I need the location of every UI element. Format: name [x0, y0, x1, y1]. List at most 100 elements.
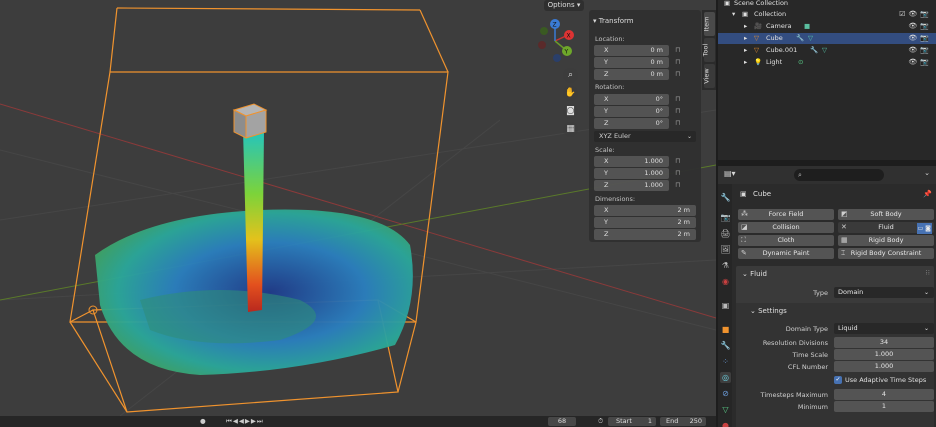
camera-view-icon[interactable]: ◙: [563, 104, 578, 119]
lock-icon[interactable]: ⊓: [675, 168, 685, 178]
grid-perspective-icon[interactable]: ▦: [563, 122, 578, 137]
pin-icon[interactable]: 📌: [923, 190, 932, 198]
soft-body-button[interactable]: ◩ Soft Body: [838, 209, 934, 220]
scene-tab-icon[interactable]: ⚗: [720, 260, 731, 271]
rotation-x-field[interactable]: X 0°: [594, 94, 669, 105]
scale-y-field[interactable]: Y 1.000: [594, 168, 669, 179]
chevron-right-icon[interactable]: ▸: [744, 33, 747, 44]
material-tab-icon[interactable]: ●: [720, 420, 731, 427]
time-scale-label: Time Scale: [792, 351, 828, 359]
tab-tool[interactable]: Tool: [701, 38, 715, 62]
collection-tab-icon[interactable]: ▣: [720, 300, 731, 311]
chevron-down-icon[interactable]: ▾: [732, 9, 735, 20]
display-toggle-icons[interactable]: ▭ ◙: [916, 223, 932, 234]
outliner-item-cube[interactable]: ▸ ▽ Cube 🔧 ▽ 👁📷: [718, 33, 936, 44]
timeline-bar: ● ⏮◀◀▶▶⏭ 68 ⏱ Start 1 End 250: [0, 416, 716, 427]
lock-icon[interactable]: ⊓: [675, 156, 685, 166]
constraints-tab-icon[interactable]: ⊘: [720, 388, 731, 399]
transform-header[interactable]: ▾ Transform: [593, 14, 634, 28]
keyframe-dot-icon[interactable]: ●: [200, 417, 206, 426]
end-frame-field[interactable]: End 250: [660, 417, 706, 426]
fluid-type-select[interactable]: Domain ⌄: [834, 287, 934, 298]
view-layer-tab-icon[interactable]: 🖼: [720, 244, 731, 255]
particles-tab-icon[interactable]: ⁘: [720, 356, 731, 367]
fluid-button[interactable]: ✕ Fluid ▭ ◙: [838, 222, 934, 234]
inflow-cube[interactable]: [232, 103, 268, 139]
physics-tab-icon[interactable]: ◎: [720, 372, 731, 383]
output-tab-icon[interactable]: 🖨: [720, 228, 731, 239]
cloth-icon: ⛶: [741, 236, 746, 244]
modifier-tab-icon[interactable]: 🔧: [720, 340, 731, 351]
start-frame-field[interactable]: Start 1: [608, 417, 656, 426]
cfl-field[interactable]: 1.000: [834, 361, 934, 372]
playback-controls-icon[interactable]: ⏮◀◀▶▶⏭: [226, 417, 264, 426]
drag-handle-icon[interactable]: ⁝⁝: [926, 269, 930, 277]
rotation-y-field[interactable]: Y 0°: [594, 106, 669, 117]
visibility-icons[interactable]: ☑👁📷: [899, 9, 932, 20]
tool-tab-icon[interactable]: 🔧: [720, 192, 731, 203]
location-y-field[interactable]: Y0 m: [594, 57, 669, 68]
dimensions-z-field[interactable]: Z2 m: [594, 229, 696, 240]
rotation-mode-select[interactable]: XYZ Euler ⌄: [594, 131, 696, 142]
lock-icon[interactable]: ⊓: [675, 118, 685, 128]
scene-collection-row[interactable]: ▣ Scene Collection: [718, 0, 936, 9]
zoom-icon[interactable]: ⌕: [563, 68, 578, 83]
search-input[interactable]: ⌕: [794, 169, 884, 181]
collection-icon: ▣: [742, 10, 749, 18]
current-frame-field[interactable]: 68: [548, 417, 576, 426]
dynamic-paint-button[interactable]: ✎ Dynamic Paint: [738, 248, 834, 259]
transform-title: Transform: [598, 17, 634, 25]
force-field-button[interactable]: ⁂ Force Field: [738, 209, 834, 220]
dimensions-y-field[interactable]: Y2 m: [594, 217, 696, 228]
location-z-field[interactable]: Z0 m: [594, 69, 669, 80]
tab-item[interactable]: Item: [702, 12, 715, 36]
pan-hand-icon[interactable]: ✋: [563, 86, 578, 101]
resolution-field[interactable]: 34: [834, 337, 934, 348]
timesteps-max-field[interactable]: 4: [834, 389, 934, 400]
render-tab-icon[interactable]: 📷: [720, 212, 731, 223]
chevron-right-icon[interactable]: ▸: [744, 45, 747, 56]
visibility-icons[interactable]: 👁📷: [908, 21, 932, 32]
world-tab-icon[interactable]: ◉: [720, 276, 731, 287]
outliner-item-camera[interactable]: ▸ 🎥 Camera ■ 👁📷: [718, 21, 936, 32]
lock-icon[interactable]: ⊓: [675, 180, 685, 190]
chevron-right-icon[interactable]: ▸: [744, 21, 747, 32]
cfl-label: CFL Number: [787, 363, 828, 371]
lock-icon[interactable]: ⊓: [675, 69, 685, 79]
visibility-icons[interactable]: 👁📷: [908, 33, 932, 44]
domain-type-select[interactable]: Liquid ⌄: [834, 323, 934, 334]
lock-icon[interactable]: ⊓: [675, 94, 685, 104]
rigid-body-constraint-button[interactable]: ⌶ Rigid Body Constraint: [838, 248, 934, 259]
lock-icon[interactable]: ⊓: [675, 106, 685, 116]
tab-view[interactable]: View: [703, 64, 715, 88]
editor-type-icon[interactable]: ▤▾: [724, 169, 736, 178]
outliner-item-light[interactable]: ▸ 💡 Light ⊙ 👁📷: [718, 57, 936, 68]
collision-icon: ◪: [741, 223, 748, 231]
options-dropdown[interactable]: Options ▾: [544, 0, 584, 11]
adaptive-time-steps-checkbox[interactable]: ✓: [834, 376, 842, 384]
navigation-gizmo[interactable]: X Z Y: [530, 16, 580, 66]
rotation-z-field[interactable]: Z 0°: [594, 118, 669, 129]
chevron-down-icon[interactable]: ⌄: [924, 169, 930, 177]
collection-row[interactable]: ▾ ▣ Collection ☑👁📷: [718, 9, 936, 20]
fluid-panel-header[interactable]: ⌄ Fluid: [742, 270, 767, 278]
chevron-right-icon[interactable]: ▸: [744, 57, 747, 68]
dimensions-x-field[interactable]: X2 m: [594, 205, 696, 216]
outliner-item-cube-001[interactable]: ▸ ▽ Cube.001 🔧 ▽ 👁📷: [718, 45, 936, 56]
lock-icon[interactable]: ⊓: [675, 45, 685, 55]
minimum-field[interactable]: 1: [834, 401, 934, 412]
visibility-icons[interactable]: 👁📷: [908, 45, 932, 56]
dimensions-label: Dimensions:: [595, 195, 636, 203]
data-tab-icon[interactable]: ▽: [720, 404, 731, 415]
scale-z-field[interactable]: Z 1.000: [594, 180, 669, 191]
visibility-icons[interactable]: 👁📷: [908, 57, 932, 68]
collision-button[interactable]: ◪ Collision: [738, 222, 834, 233]
cloth-button[interactable]: ⛶ Cloth: [738, 235, 834, 246]
rigid-body-button[interactable]: ▦ Rigid Body: [838, 235, 934, 246]
settings-header[interactable]: ⌄ Settings: [750, 307, 787, 315]
time-scale-field[interactable]: 1.000: [834, 349, 934, 360]
scale-x-field[interactable]: X 1.000: [594, 156, 669, 167]
lock-icon[interactable]: ⊓: [675, 57, 685, 67]
object-tab-icon[interactable]: ■: [720, 324, 731, 335]
location-x-field[interactable]: X0 m: [594, 45, 669, 56]
